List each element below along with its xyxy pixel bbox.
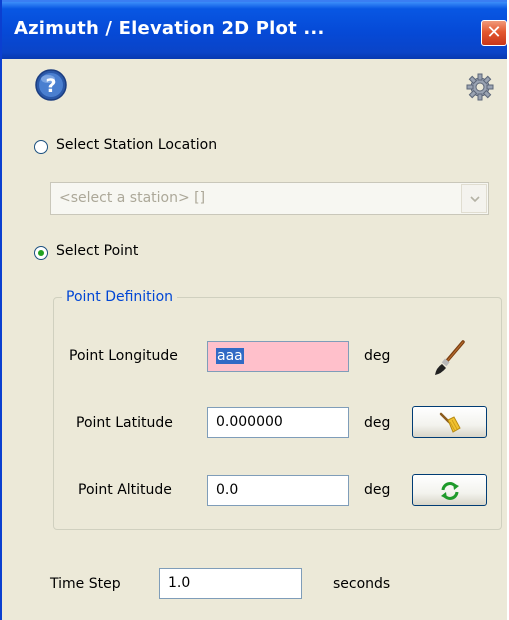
point-latitude-unit: deg — [364, 415, 391, 431]
refresh-icon — [441, 482, 459, 500]
point-altitude-input[interactable]: 0.0 — [207, 475, 349, 506]
point-definition-title: Point Definition — [62, 289, 178, 305]
select-point-label[interactable]: Select Point — [56, 243, 138, 259]
point-longitude-input[interactable]: aaa — [207, 341, 349, 372]
radio-selected-dot — [38, 250, 44, 256]
time-step-unit: seconds — [333, 576, 391, 592]
select-point-radio[interactable] — [34, 246, 48, 260]
chevron-down-icon — [470, 196, 480, 203]
point-latitude-label: Point Latitude — [76, 415, 173, 431]
dialog-window: Azimuth / Elevation 2D Plot ... ✕ ? Sele… — [0, 0, 507, 620]
help-icon[interactable]: ? — [34, 68, 68, 102]
station-dropdown: <select a station> [] — [50, 182, 489, 215]
point-latitude-value: 0.000000 — [216, 414, 283, 430]
close-icon: ✕ — [486, 22, 502, 43]
gear-icon[interactable] — [465, 72, 495, 102]
station-location-radio[interactable] — [34, 140, 48, 154]
point-altitude-label: Point Altitude — [78, 482, 172, 498]
refresh-button[interactable] — [412, 474, 487, 506]
point-altitude-unit: deg — [364, 482, 391, 498]
title-bar[interactable]: Azimuth / Elevation 2D Plot ... ✕ — [2, 0, 507, 59]
time-step-label: Time Step — [50, 576, 121, 592]
svg-text:?: ? — [45, 75, 56, 97]
close-button[interactable]: ✕ — [481, 20, 507, 46]
broom-icon — [439, 412, 461, 433]
point-longitude-unit: deg — [364, 348, 391, 364]
time-step-value: 1.0 — [168, 575, 191, 591]
point-altitude-value: 0.0 — [216, 482, 239, 498]
dropdown-arrow-button — [461, 184, 487, 213]
station-location-label[interactable]: Select Station Location — [56, 137, 217, 153]
station-dropdown-value: <select a station> [] — [59, 190, 206, 206]
time-step-input[interactable]: 1.0 — [159, 568, 302, 599]
point-longitude-label: Point Longitude — [69, 348, 178, 364]
point-latitude-input[interactable]: 0.000000 — [207, 407, 349, 438]
clear-button[interactable] — [412, 406, 487, 438]
paintbrush-icon[interactable] — [430, 338, 470, 378]
point-longitude-value: aaa — [216, 348, 244, 364]
window-title: Azimuth / Elevation 2D Plot ... — [14, 18, 325, 39]
